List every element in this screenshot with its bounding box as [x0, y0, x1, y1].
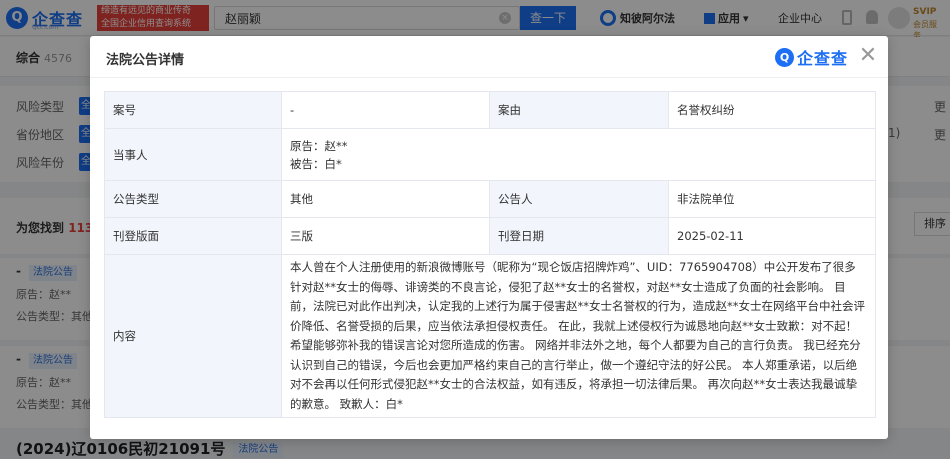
label-announcer: 公告人: [489, 180, 669, 218]
value-page: 三版: [281, 217, 490, 255]
value-case-reason: 名誉权纠纷: [668, 91, 876, 129]
label-parties: 当事人: [104, 128, 282, 181]
detail-table: 案号 - 案由 名誉权纠纷 当事人 原告：赵** 被告：白* 公告类型 其他 公…: [104, 91, 876, 418]
value-plaintiff: 原告：赵**: [290, 138, 348, 153]
label-case-reason: 案由: [489, 91, 669, 129]
table-row: 公告类型 其他 公告人 非法院单位: [104, 180, 876, 218]
value-announce-type: 其他: [281, 180, 490, 218]
modal-header: 法院公告详情 Q 企查查 ✕: [90, 36, 888, 78]
brand-text: 企查查: [797, 49, 849, 68]
table-row: 案号 - 案由 名誉权纠纷: [104, 91, 876, 129]
qcc-logo-icon: Q: [775, 47, 794, 67]
announcement-detail-modal: 法院公告详情 Q 企查查 ✕ 案号 - 案由 名誉权纠纷 当事人 原告：赵** …: [90, 36, 888, 439]
table-row: 刊登版面 三版 刊登日期 2025-02-11: [104, 217, 876, 255]
label-case-no: 案号: [104, 91, 282, 129]
value-case-no: -: [281, 91, 490, 129]
table-row: 当事人 原告：赵** 被告：白*: [104, 128, 876, 181]
label-announce-type: 公告类型: [104, 180, 282, 218]
table-row: 内容 本人曾在个人注册使用的新浪微博账号（昵称为“现仑饭店招牌炸鸡”、UID：7…: [104, 254, 876, 418]
label-date: 刊登日期: [489, 217, 669, 255]
value-content: 本人曾在个人注册使用的新浪微博账号（昵称为“现仑饭店招牌炸鸡”、UID：7765…: [281, 254, 876, 418]
value-parties: 原告：赵** 被告：白*: [281, 128, 876, 181]
qcc-brand: Q 企查查: [775, 46, 848, 68]
value-announcer: 非法院单位: [668, 180, 876, 218]
value-date: 2025-02-11: [668, 217, 876, 255]
label-page: 刊登版面: [104, 217, 282, 255]
label-content: 内容: [104, 254, 282, 418]
value-defendant: 被告：白*: [290, 156, 342, 171]
modal-title: 法院公告详情: [106, 53, 185, 68]
close-icon[interactable]: ✕: [856, 45, 880, 69]
